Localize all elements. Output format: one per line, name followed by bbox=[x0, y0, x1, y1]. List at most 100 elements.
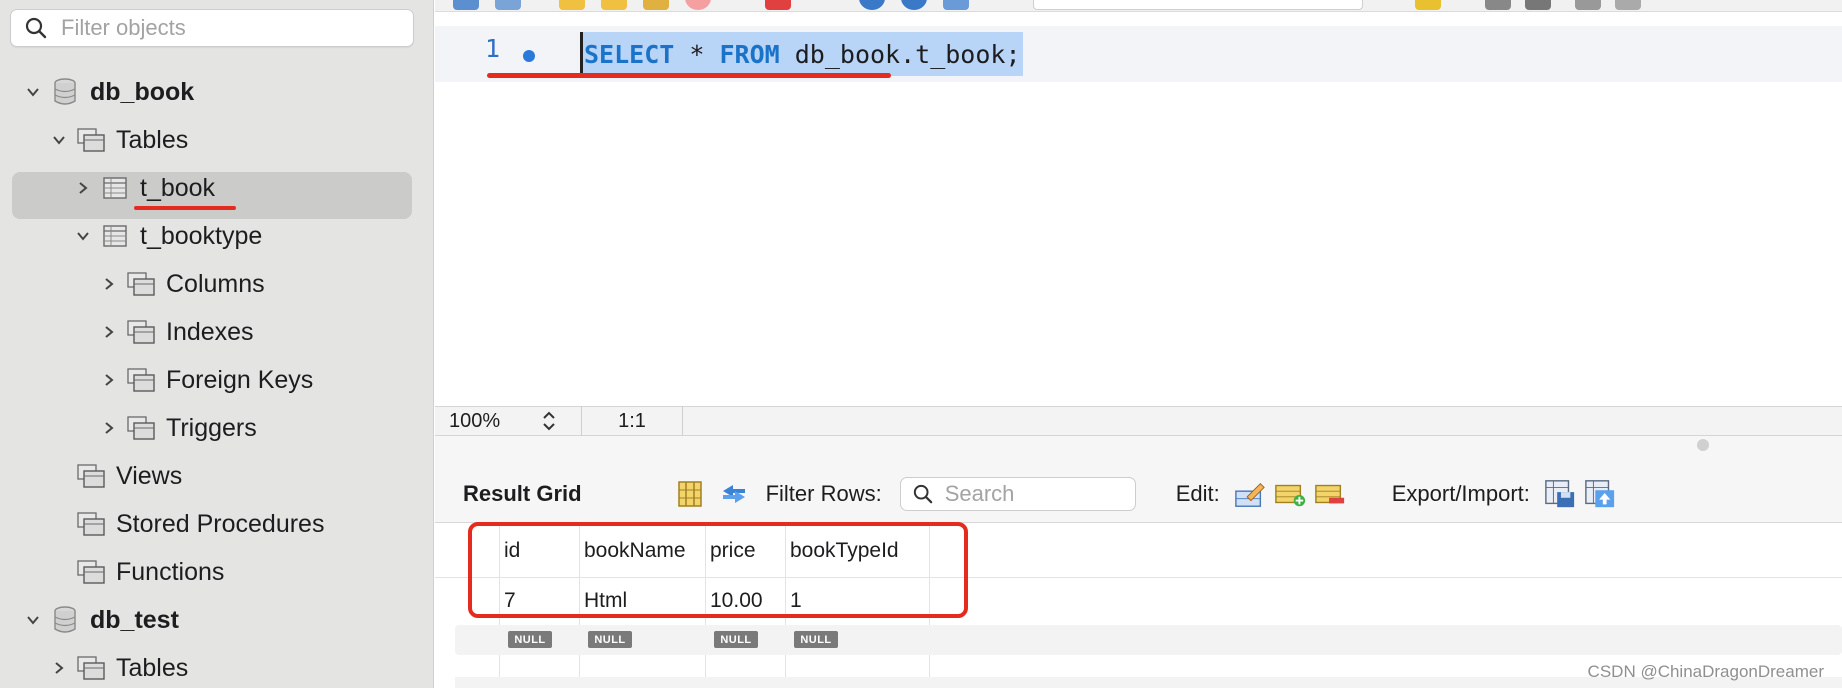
splitter-handle[interactable] bbox=[1697, 439, 1709, 451]
tree-item-tables[interactable]: Tables bbox=[50, 118, 188, 162]
annotation-underline-sql bbox=[487, 73, 891, 78]
filter-rows-box[interactable] bbox=[899, 477, 1136, 511]
autocommit-icon[interactable] bbox=[943, 0, 969, 10]
tree-item-label: Tables bbox=[116, 125, 189, 154]
indexes-folder-icon bbox=[126, 317, 156, 347]
cursor-position: 1:1 bbox=[618, 409, 646, 432]
wrap-lines-icon[interactable] bbox=[1575, 0, 1601, 10]
folder-tables-icon bbox=[76, 125, 106, 155]
zoom-level: 100% bbox=[449, 409, 501, 432]
explain-icon[interactable] bbox=[643, 0, 669, 10]
filter-rows-label: Filter Rows: bbox=[765, 481, 882, 506]
edit-row-icon[interactable] bbox=[1234, 478, 1266, 510]
grid-layout-icon[interactable] bbox=[674, 478, 706, 510]
null-badge-bookname[interactable]: NULL bbox=[588, 631, 632, 648]
tree-item-db_test[interactable]: db_test bbox=[24, 598, 179, 642]
chevron-right-icon[interactable] bbox=[100, 371, 118, 389]
chevron-right-icon[interactable] bbox=[100, 323, 118, 341]
commit-icon[interactable] bbox=[859, 0, 885, 10]
result-grid-label: Result Grid bbox=[463, 481, 582, 506]
limit-rows-select[interactable] bbox=[1033, 0, 1363, 10]
execute-icon[interactable] bbox=[559, 0, 585, 10]
tree-item-views[interactable]: Views bbox=[50, 454, 182, 498]
export-icon[interactable] bbox=[1544, 478, 1576, 510]
beautify-icon[interactable] bbox=[1415, 0, 1441, 10]
tree-item-db_book[interactable]: db_book bbox=[24, 70, 194, 114]
null-badge-booktypeid[interactable]: NULL bbox=[794, 631, 838, 648]
chevron-right-icon[interactable] bbox=[50, 659, 68, 677]
tree-item-foreign-keys[interactable]: Foreign Keys bbox=[100, 358, 313, 402]
tree-item-columns[interactable]: Columns bbox=[100, 262, 265, 306]
tree-item-label: Foreign Keys bbox=[166, 365, 314, 394]
delete-row-icon[interactable] bbox=[1314, 478, 1346, 510]
tree-item-functions[interactable]: Functions bbox=[50, 550, 224, 594]
tree-item-tables[interactable]: Tables bbox=[50, 646, 188, 688]
rollback-icon[interactable] bbox=[901, 0, 927, 10]
chevron-down-icon[interactable] bbox=[24, 83, 42, 101]
new-row-placeholder[interactable] bbox=[455, 625, 1842, 655]
folder-tables-icon bbox=[76, 653, 106, 683]
tree-item-triggers[interactable]: Triggers bbox=[100, 406, 257, 450]
add-row-icon[interactable] bbox=[1274, 478, 1306, 510]
panel-toggle-icon[interactable] bbox=[1615, 0, 1641, 10]
watermark: CSDN @ChinaDragonDreamer bbox=[1587, 662, 1824, 681]
folder-functions-icon bbox=[76, 557, 106, 587]
annotation-result-box bbox=[468, 522, 968, 618]
tree-item-t_book[interactable]: t_book bbox=[74, 166, 215, 210]
statement-marker-icon[interactable] bbox=[523, 50, 535, 62]
tree-item-indexes[interactable]: Indexes bbox=[100, 310, 254, 354]
chevron-right-icon[interactable] bbox=[74, 179, 92, 197]
stop-icon[interactable] bbox=[685, 0, 711, 10]
chevron-down-icon[interactable] bbox=[50, 131, 68, 149]
filter-rows-input[interactable] bbox=[944, 481, 1125, 507]
table-icon bbox=[100, 221, 130, 251]
edit-label: Edit: bbox=[1175, 481, 1220, 506]
schema-navigator: db_book Tables t_book t_booktype Columns Inde… bbox=[0, 0, 434, 688]
sql-editor[interactable]: 1 SELECT * FROM db_book.t_book; bbox=[435, 12, 1842, 406]
invisible-chars-icon[interactable] bbox=[1525, 0, 1551, 10]
filter-objects-input[interactable] bbox=[61, 15, 391, 41]
text-caret bbox=[580, 32, 583, 76]
tree-item-stored-procedures[interactable]: Stored Procedures bbox=[50, 502, 324, 546]
foreign-keys-folder-icon bbox=[126, 365, 156, 395]
toggle-error-icon[interactable] bbox=[765, 0, 791, 10]
line-number: 1 bbox=[485, 34, 501, 63]
save-script-icon[interactable] bbox=[453, 0, 479, 10]
editor-status-bar: 100% 1:1 bbox=[435, 406, 1842, 436]
status-separator bbox=[682, 406, 683, 436]
tree-item-label: Indexes bbox=[166, 317, 254, 346]
sql-editor-toolbar bbox=[435, 0, 1842, 12]
tree-item-label: Columns bbox=[166, 269, 265, 298]
tree-item-label: db_book bbox=[90, 77, 195, 106]
sql-star: * bbox=[674, 39, 720, 69]
execute-current-icon[interactable] bbox=[601, 0, 627, 10]
chevron-down-icon[interactable] bbox=[74, 227, 92, 245]
null-badge-id[interactable]: NULL bbox=[508, 631, 552, 648]
sql-statement[interactable]: SELECT * FROM db_book.t_book; bbox=[582, 32, 1023, 76]
result-panel: Result Grid Filter Rows: Edit: Export/Im… bbox=[435, 436, 1842, 688]
import-icon[interactable] bbox=[1584, 478, 1616, 510]
tree-item-label: t_book bbox=[140, 173, 216, 202]
chevron-down-icon[interactable] bbox=[24, 611, 42, 629]
refresh-icon[interactable] bbox=[718, 478, 750, 510]
sql-keyword-select: SELECT bbox=[584, 39, 675, 69]
null-badge-price[interactable]: NULL bbox=[714, 631, 758, 648]
chevron-right-icon[interactable] bbox=[100, 419, 118, 437]
database-icon bbox=[50, 77, 80, 107]
search-icon bbox=[25, 17, 47, 39]
tree-item-t_booktype[interactable]: t_booktype bbox=[74, 214, 262, 258]
filter-objects-box[interactable] bbox=[10, 9, 414, 47]
find-replace-icon[interactable] bbox=[1485, 0, 1511, 10]
columns-folder-icon bbox=[126, 269, 156, 299]
zoom-stepper-icon[interactable] bbox=[537, 408, 561, 434]
tree-item-label: t_booktype bbox=[140, 221, 263, 250]
tree-item-label: Stored Procedures bbox=[116, 509, 325, 538]
open-script-icon[interactable] bbox=[495, 0, 521, 10]
result-toolbar: Result Grid Filter Rows: Edit: Export/Im… bbox=[435, 466, 1842, 522]
tree-item-label: Tables bbox=[116, 653, 189, 682]
chevron-right-icon[interactable] bbox=[100, 275, 118, 293]
export-import-label: Export/Import: bbox=[1391, 481, 1530, 506]
